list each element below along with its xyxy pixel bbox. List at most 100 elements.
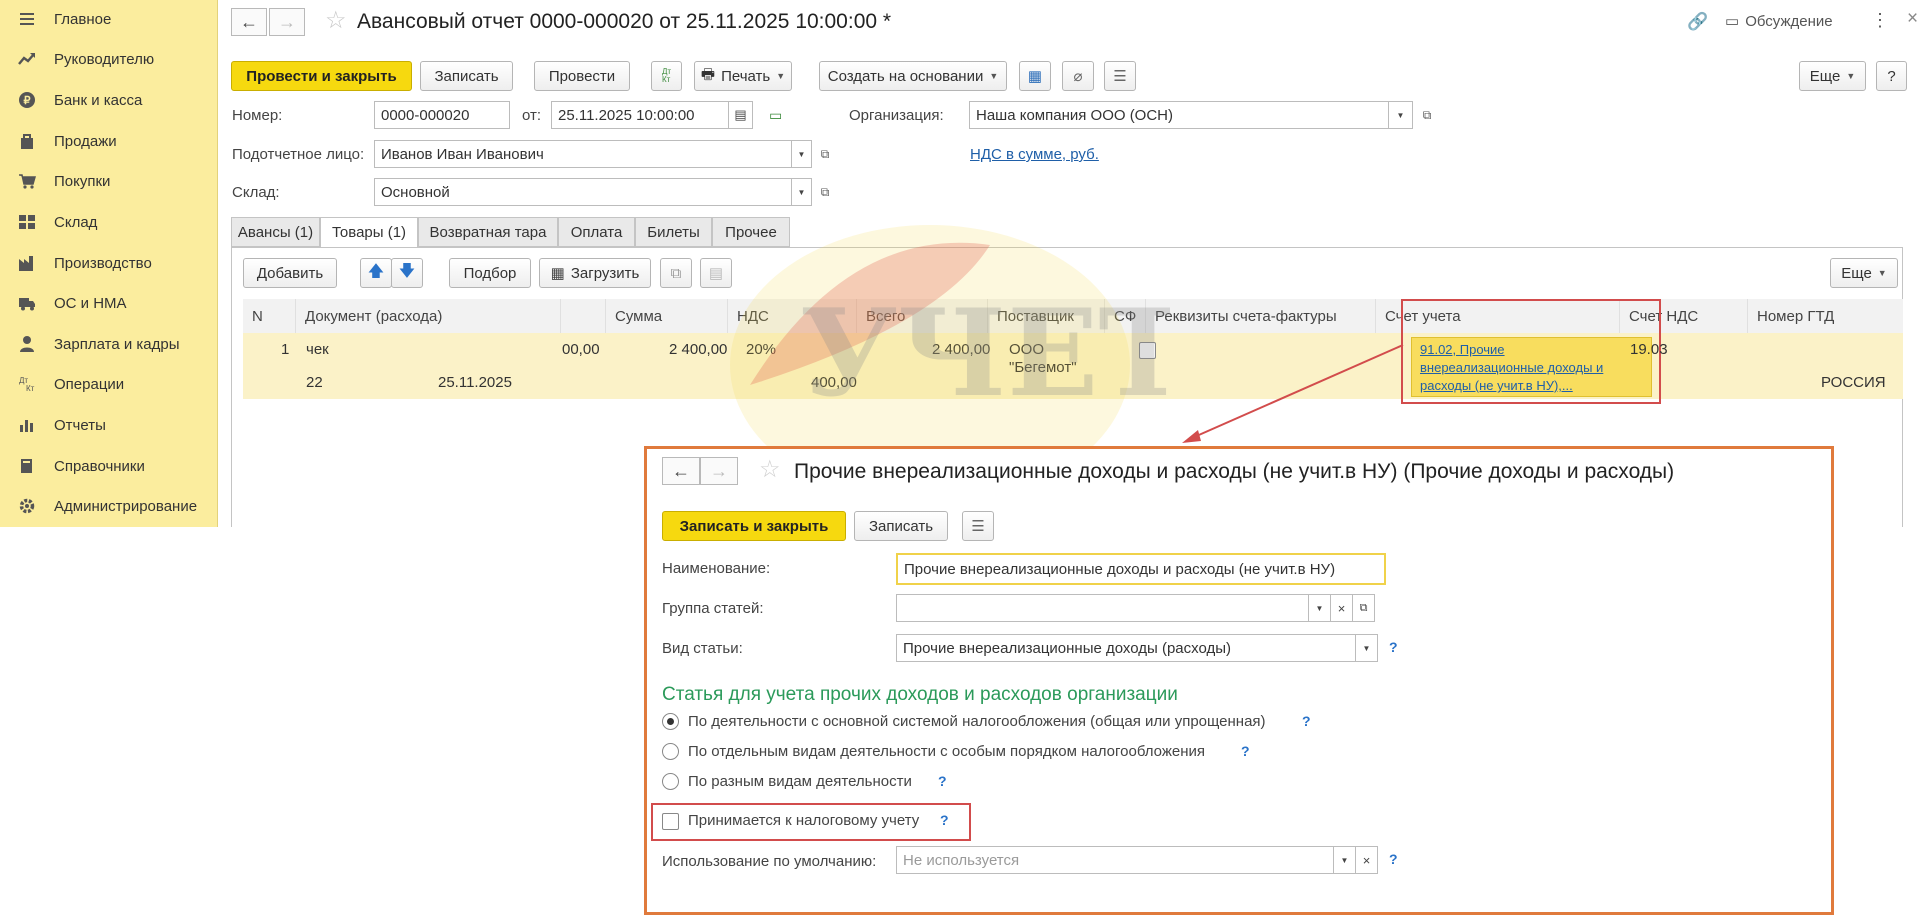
report-button[interactable]: ☰	[1104, 61, 1136, 91]
kind-help-icon[interactable]: ?	[1389, 639, 1398, 655]
move-up-button[interactable]: 🡅	[360, 258, 392, 288]
star-icon[interactable]: ☆	[325, 6, 347, 35]
organization-field[interactable]: Наша компания ООО (ОСН)	[969, 101, 1389, 129]
popup-save-button[interactable]: Записать	[854, 511, 948, 541]
default-usage-dropdown[interactable]: ▼	[1334, 846, 1356, 874]
tab-payment[interactable]: Оплата	[558, 217, 635, 247]
radio-various-activities[interactable]	[662, 773, 679, 790]
more-vertical-icon[interactable]: ⋮	[1871, 10, 1889, 31]
row-doc-date[interactable]: 25.11.2025	[438, 374, 512, 391]
row-account-line1[interactable]: 91.02, Прочие	[1420, 342, 1505, 357]
sidebar-item-main[interactable]: Главное	[0, 2, 218, 36]
warehouse-field[interactable]: Основной	[374, 178, 792, 206]
default-usage-help-icon[interactable]: ?	[1389, 851, 1398, 867]
popup-back-button[interactable]: ←	[662, 457, 700, 485]
col-header-customs-number[interactable]: Номер ГТД	[1748, 299, 1903, 333]
radio-various-activities-label[interactable]: По разным видам деятельности	[688, 773, 912, 790]
popup-forward-button[interactable]: →	[700, 457, 738, 485]
col-header-sum[interactable]: Сумма	[606, 299, 728, 333]
attach-button[interactable]: ⌀	[1062, 61, 1094, 91]
radio3-help-icon[interactable]: ?	[938, 773, 947, 789]
sidebar-item-assets[interactable]: ОС и НМА	[0, 286, 218, 320]
kind-dropdown[interactable]: ▼	[1356, 634, 1378, 662]
tax-accounting-label[interactable]: Принимается к налоговому учету	[688, 812, 919, 829]
row-account-line3[interactable]: расходы (не учит.в НУ),...	[1420, 378, 1573, 393]
link-icon[interactable]: 🔗	[1687, 12, 1708, 32]
col-header-blank[interactable]	[561, 299, 606, 333]
table-more-button[interactable]: Еще ▼	[1830, 258, 1898, 288]
tax-help-icon[interactable]: ?	[940, 812, 949, 828]
radio-special-taxation[interactable]	[662, 743, 679, 760]
row-country[interactable]: РОССИЯ	[1821, 374, 1886, 391]
default-usage-field[interactable]: Не используется	[896, 846, 1334, 874]
post-and-close-button[interactable]: Провести и закрыть	[231, 61, 412, 91]
warehouse-dropdown[interactable]: ▼	[792, 178, 812, 206]
more-button[interactable]: Еще ▼	[1799, 61, 1866, 91]
sidebar-item-catalogs[interactable]: Справочники	[0, 449, 218, 483]
save-button[interactable]: Записать	[420, 61, 513, 91]
col-header-total[interactable]: Всего	[857, 299, 988, 333]
move-down-button[interactable]: 🡇	[391, 258, 423, 288]
calendar-icon[interactable]: ▤	[729, 101, 753, 129]
sidebar-item-admin[interactable]: Администрирование	[0, 489, 218, 523]
radio-special-taxation-label[interactable]: По отдельным видам деятельности с особым…	[688, 743, 1205, 760]
organization-dropdown[interactable]: ▼	[1389, 101, 1413, 129]
tax-accounting-checkbox[interactable]	[662, 813, 679, 830]
number-field[interactable]: 0000-000020	[374, 101, 510, 129]
sidebar-item-production[interactable]: Производство	[0, 246, 218, 280]
popup-star-icon[interactable]: ☆	[759, 455, 781, 484]
add-row-button[interactable]: Добавить	[243, 258, 337, 288]
group-field[interactable]	[896, 594, 1309, 622]
back-button[interactable]: ←	[231, 8, 267, 36]
col-header-document[interactable]: Документ (расхода)	[296, 299, 561, 333]
col-header-supplier[interactable]: Поставщик	[988, 299, 1105, 333]
sidebar-item-operations[interactable]: Дт Кт Операции	[0, 367, 218, 401]
sidebar-item-reports[interactable]: Отчеты	[0, 408, 218, 442]
popup-report-button[interactable]: ☰	[962, 511, 994, 541]
sidebar-item-warehouse[interactable]: Склад	[0, 205, 218, 239]
paste-button[interactable]: ▤	[700, 258, 732, 288]
row-doc-number[interactable]: 22	[306, 374, 323, 391]
row-invoice-checkbox[interactable]	[1139, 342, 1156, 359]
copy-row-button[interactable]: ⧉	[660, 258, 692, 288]
group-open[interactable]: ⧉	[1353, 594, 1375, 622]
group-dropdown[interactable]: ▼	[1309, 594, 1331, 622]
row-vat-rate[interactable]: 20%	[746, 341, 776, 358]
radio1-help-icon[interactable]: ?	[1302, 713, 1311, 729]
row-sum[interactable]: 2 400,00	[669, 341, 727, 358]
default-usage-clear[interactable]: ×	[1356, 846, 1378, 874]
radio2-help-icon[interactable]: ?	[1241, 743, 1250, 759]
tab-tickets[interactable]: Билеты	[635, 217, 712, 247]
person-field[interactable]: Иванов Иван Иванович	[374, 140, 792, 168]
create-based-button[interactable]: Создать на основании ▼	[819, 61, 1007, 91]
row-account-line2[interactable]: внереализационные доходы и	[1420, 360, 1603, 375]
sidebar-item-bank[interactable]: ₽ Банк и касса	[0, 83, 218, 117]
vat-amount-link[interactable]: НДС в сумме, руб.	[970, 146, 1099, 163]
sidebar-item-salary[interactable]: Зарплата и кадры	[0, 327, 218, 361]
row-partial-amount[interactable]: 00,00	[562, 341, 600, 358]
print-button[interactable]: 🖶 Печать ▼	[694, 61, 792, 91]
radio-main-taxation-label[interactable]: По деятельности с основной системой нало…	[688, 713, 1266, 730]
row-supplier-line2[interactable]: "Бегемот"	[1009, 359, 1077, 376]
row-doc-type[interactable]: чек	[306, 341, 329, 358]
row-vat-account[interactable]: 19.03	[1630, 341, 1668, 358]
forward-button[interactable]: →	[269, 8, 305, 36]
pick-button[interactable]: Подбор	[449, 258, 531, 288]
col-header-invoice-flag[interactable]: СФ	[1105, 299, 1146, 333]
col-header-n[interactable]: N	[243, 299, 296, 333]
structure-button[interactable]: ▦	[1019, 61, 1051, 91]
tab-returnable-containers[interactable]: Возвратная тара	[418, 217, 558, 247]
save-and-close-button[interactable]: Записать и закрыть	[662, 511, 846, 541]
tab-other[interactable]: Прочее	[712, 217, 790, 247]
tab-goods[interactable]: Товары (1)	[320, 217, 418, 248]
discussion-button[interactable]: ▭ Обсуждение	[1725, 12, 1833, 31]
post-button[interactable]: Провести	[534, 61, 630, 91]
person-open-icon[interactable]: ⧉	[814, 140, 836, 168]
date-field[interactable]: 25.11.2025 10:00:00	[551, 101, 729, 129]
row-vat-amount[interactable]: 400,00	[811, 374, 857, 391]
col-header-vat[interactable]: НДС	[728, 299, 857, 333]
row-supplier-line1[interactable]: ООО	[1009, 341, 1044, 358]
col-header-invoice-details[interactable]: Реквизиты счета-фактуры	[1146, 299, 1376, 333]
date-history-icon[interactable]: ▭	[769, 107, 782, 124]
row-total[interactable]: 2 400,00	[932, 341, 990, 358]
